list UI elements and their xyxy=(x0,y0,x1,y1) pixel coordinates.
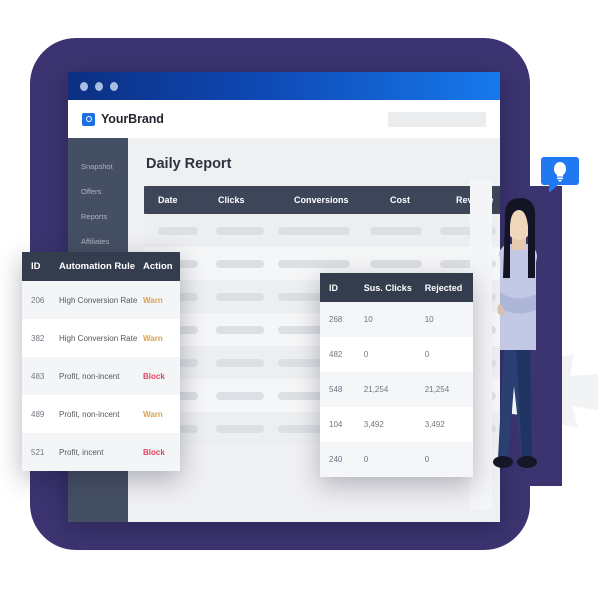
window-dot-maximize-icon[interactable] xyxy=(110,81,118,91)
window-dot-close-icon[interactable] xyxy=(80,81,88,91)
cell-id: 483 xyxy=(31,371,45,381)
column-header-id[interactable]: ID xyxy=(320,283,364,293)
table-row[interactable]: 489 Profit, non-incent Warn xyxy=(22,395,180,433)
cell-sus-clicks: 0 xyxy=(363,455,369,464)
table-row[interactable] xyxy=(144,214,500,247)
illustration-stage: YourBrand Snapshot Offers Reports Affili… xyxy=(0,0,600,600)
column-header-rejected[interactable]: Rejected xyxy=(425,283,473,293)
cell-rule: High Conversion Rate xyxy=(59,295,138,305)
cell-sus-clicks: 10 xyxy=(363,315,373,324)
table-row[interactable]: 521 Profit, incent Block xyxy=(22,433,180,471)
window-titlebar xyxy=(68,72,500,100)
column-header-cost[interactable]: Cost xyxy=(390,195,456,205)
cell-placeholder xyxy=(216,325,264,334)
cell-placeholder xyxy=(216,226,264,235)
cell-rule: Profit, non-incent xyxy=(59,409,120,419)
cell-placeholder xyxy=(216,424,264,433)
sidebar-item-offers[interactable]: Offers xyxy=(68,179,128,204)
cell-id: 482 xyxy=(329,350,343,359)
person-illustration xyxy=(493,186,562,486)
cell-placeholder xyxy=(216,358,264,367)
cell-id: 268 xyxy=(329,315,343,324)
column-header-conversions[interactable]: Conversions xyxy=(294,195,390,205)
cell-rejected: 3,492 xyxy=(424,420,445,429)
table-row[interactable]: 268 10 10 xyxy=(320,302,473,337)
cell-action: Block xyxy=(143,447,165,457)
cell-id: 521 xyxy=(31,447,45,457)
cell-id: 489 xyxy=(31,409,45,419)
cell-placeholder xyxy=(216,391,264,400)
brand-square-logo-icon xyxy=(82,112,95,126)
window-dot-minimize-icon[interactable] xyxy=(95,81,103,91)
cell-sus-clicks: 3,492 xyxy=(363,420,384,429)
cell-rule: Profit, incent xyxy=(59,447,104,457)
cell-rejected: 0 xyxy=(424,455,430,464)
column-header-clicks[interactable]: Clicks xyxy=(218,195,294,205)
cell-rejected: 10 xyxy=(424,315,434,324)
cell-sus-clicks: 21,254 xyxy=(363,385,389,394)
cell-action: Warn xyxy=(143,409,163,419)
cell-placeholder xyxy=(216,259,264,268)
table-row[interactable]: 382 High Conversion Rate Warn xyxy=(22,319,180,357)
table-row[interactable]: 548 21,254 21,254 xyxy=(320,372,473,407)
column-header-date[interactable]: Date xyxy=(144,195,218,205)
automation-rules-header-row: ID Automation Rule Action xyxy=(22,252,180,281)
column-header-id[interactable]: ID xyxy=(22,261,59,272)
daily-report-header-row: Date Clicks Conversions Cost Revenue xyxy=(144,186,500,214)
table-row[interactable]: 482 0 0 xyxy=(320,337,473,372)
cell-placeholder xyxy=(216,292,264,301)
cell-action: Warn xyxy=(143,295,163,305)
table-row[interactable]: 240 0 0 xyxy=(320,442,473,477)
cell-id: 548 xyxy=(329,385,343,394)
column-header-automation-rule[interactable]: Automation Rule xyxy=(59,261,143,272)
cell-placeholder xyxy=(370,226,422,235)
lightbulb-tooltip-bubble[interactable] xyxy=(541,157,579,195)
suspicious-clicks-table: ID Sus. Clicks Rejected 268 10 10 482 0 … xyxy=(320,273,473,477)
cell-id: 382 xyxy=(31,333,45,343)
cell-placeholder xyxy=(278,259,350,268)
sidebar-item-reports[interactable]: Reports xyxy=(68,204,128,229)
table-row[interactable]: 104 3,492 3,492 xyxy=(320,407,473,442)
cell-rejected: 0 xyxy=(424,350,430,359)
cell-placeholder xyxy=(278,226,350,235)
column-header-action[interactable]: Action xyxy=(143,261,180,272)
cell-id: 104 xyxy=(329,420,343,429)
cell-sus-clicks: 0 xyxy=(363,350,369,359)
sidebar-item-affiliates[interactable]: Affiliates xyxy=(68,229,128,254)
cell-placeholder xyxy=(370,259,422,268)
automation-rules-table: ID Automation Rule Action 206 High Conve… xyxy=(22,252,180,471)
cell-rejected: 21,254 xyxy=(424,385,450,394)
cell-action: Warn xyxy=(143,333,163,343)
brand-bar: YourBrand xyxy=(68,100,500,138)
cell-action: Block xyxy=(143,371,165,381)
cell-id: 206 xyxy=(31,295,45,305)
cell-rule: Profit, non-incent xyxy=(59,371,120,381)
brand-name: YourBrand xyxy=(101,112,164,126)
page-title: Daily Report xyxy=(146,156,232,172)
sidebar-item-snapshot[interactable]: Snapshot xyxy=(68,154,128,179)
cell-id: 240 xyxy=(329,455,343,464)
table-row[interactable]: 206 High Conversion Rate Warn xyxy=(22,281,180,319)
suspicious-clicks-header-row: ID Sus. Clicks Rejected xyxy=(320,273,473,302)
cell-placeholder xyxy=(158,226,198,235)
cell-rule: High Conversion Rate xyxy=(59,333,138,343)
column-header-sus-clicks[interactable]: Sus. Clicks xyxy=(364,283,425,293)
search-input[interactable] xyxy=(388,111,486,127)
table-row[interactable]: 483 Profit, non-incent Block xyxy=(22,357,180,395)
